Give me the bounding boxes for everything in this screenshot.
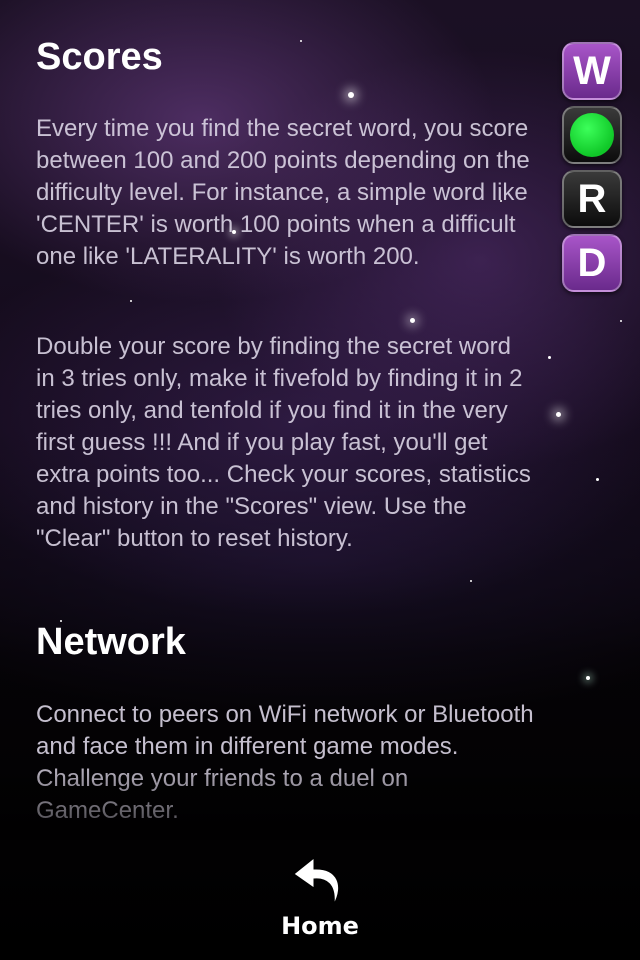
logo-tile-r: R <box>562 170 622 228</box>
star <box>410 318 415 323</box>
home-label: Home <box>281 912 359 940</box>
green-dot-icon <box>570 113 614 157</box>
scores-paragraph-2: Double your score by finding the secret … <box>36 333 531 552</box>
text-fade-overlay <box>0 760 640 840</box>
star <box>130 300 132 302</box>
star <box>300 40 302 42</box>
home-button[interactable]: Home <box>270 856 370 946</box>
logo-tile-w: W <box>562 42 622 100</box>
back-arrow-icon <box>293 856 339 905</box>
logo-tile-o <box>562 106 622 164</box>
logo-letter: R <box>577 176 607 221</box>
star <box>586 676 590 680</box>
logo-letter: W <box>573 48 611 93</box>
scores-paragraph-1: Every time you find the secret word, you… <box>36 115 530 270</box>
star <box>470 580 472 582</box>
section-title-network: Network <box>36 621 186 663</box>
logo-tile-d: D <box>562 234 622 292</box>
star <box>548 356 551 359</box>
star <box>596 478 599 481</box>
star <box>620 320 622 322</box>
star <box>556 412 561 417</box>
star <box>348 92 354 98</box>
logo-letter: D <box>577 240 607 285</box>
section-title-scores: Scores <box>36 36 163 78</box>
